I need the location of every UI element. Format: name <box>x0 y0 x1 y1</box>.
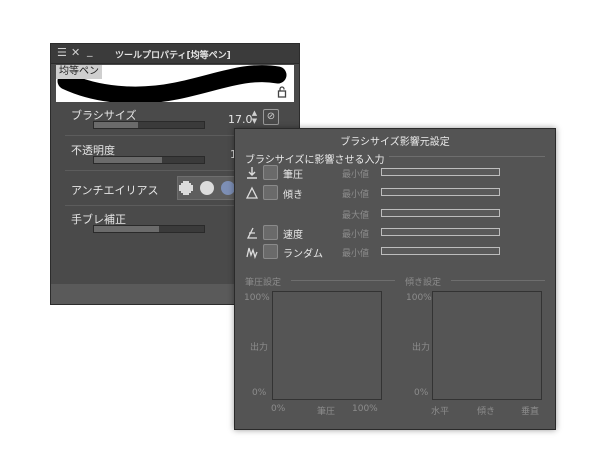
stabilization-slider[interactable] <box>93 225 205 233</box>
section-divider <box>389 156 545 157</box>
dialog-title: ブラシサイズ影響元設定 <box>340 137 450 148</box>
preview-tool-name: 均等ペン <box>56 65 102 79</box>
opacity-slider[interactable] <box>93 156 205 164</box>
tilt-icon <box>245 186 259 199</box>
brush-size-stepper[interactable]: ▲ ▼ <box>250 109 259 127</box>
tilt-label: 傾き <box>283 190 303 201</box>
pressure-x-mid: 筆圧 <box>317 407 336 417</box>
antialias-selector[interactable] <box>177 176 235 200</box>
pen-pressure-icon <box>247 167 257 179</box>
antialias-label: アンチエイリアス <box>71 184 159 197</box>
tilt-min-label: 最小値 <box>342 190 370 200</box>
pressure-y-top: 100% <box>244 293 270 303</box>
random-checkbox[interactable] <box>263 244 278 259</box>
opacity-slider-fill <box>94 157 163 163</box>
antialias-strong-icon[interactable] <box>221 181 235 195</box>
pressure-y-mid: 出力 <box>250 343 269 353</box>
tilt-y-mid: 出力 <box>412 343 431 353</box>
pressure-graph-divider <box>291 280 395 281</box>
pen-pressure-min-label: 最小値 <box>342 170 370 180</box>
input-row-tilt: 傾き 最小値 <box>235 184 555 202</box>
antialias-weak-icon[interactable] <box>200 181 214 195</box>
input-row-speed: 速度 最小値 <box>235 224 555 242</box>
lock-icon[interactable] <box>277 86 289 98</box>
tool-panel-titlebar[interactable]: ☰ ✕ _ ツールプロパティ[均等ペン] <box>51 44 299 64</box>
minimize-icon[interactable]: _ <box>87 44 93 57</box>
antialias-none-icon[interactable] <box>179 181 193 195</box>
chevron-down-icon[interactable]: ▼ <box>250 117 259 125</box>
tilt-max-label: 最大値 <box>342 211 370 221</box>
tilt-y-bottom: 0% <box>414 388 429 398</box>
brush-size-influence-dialog: ブラシサイズ影響元設定 ブラシサイズに影響させる入力 筆圧 最小値 傾き 最小値… <box>234 128 556 430</box>
pressure-x-left: 0% <box>271 404 286 414</box>
speed-icon <box>246 227 257 239</box>
tilt-max-slider[interactable] <box>381 209 500 217</box>
pen-pressure-min-slider[interactable] <box>381 168 500 176</box>
brush-size-slider[interactable] <box>93 121 205 129</box>
brush-size-value[interactable]: 17.0 <box>228 113 253 126</box>
tilt-graph-divider <box>451 280 545 281</box>
speed-min-slider[interactable] <box>381 228 500 236</box>
brush-stroke-preview: 均等ペン <box>56 65 294 102</box>
tilt-x-right: 垂直 <box>521 407 540 417</box>
brush-size-slider-fill <box>94 122 138 128</box>
random-label: ランダム <box>283 249 323 260</box>
tilt-min-slider[interactable] <box>381 188 500 196</box>
menu-icon[interactable]: ☰ <box>57 46 67 59</box>
stabilization-slider-fill <box>94 226 159 232</box>
speed-checkbox[interactable] <box>263 225 278 240</box>
input-row-tilt-max: 最大値 <box>235 205 555 223</box>
tilt-x-left: 水平 <box>431 407 450 417</box>
brush-size-influence-button[interactable]: ⊘ <box>263 109 279 125</box>
speed-label: 速度 <box>283 230 303 241</box>
input-row-random: ランダム 最小値 <box>235 243 555 261</box>
tilt-y-top: 100% <box>406 293 432 303</box>
tilt-curve-graph[interactable] <box>432 291 542 400</box>
pen-pressure-checkbox[interactable] <box>263 165 278 180</box>
close-icon[interactable]: ✕ <box>71 46 80 59</box>
input-row-pen-pressure: 筆圧 最小値 <box>235 164 555 182</box>
speed-min-label: 最小値 <box>342 230 370 240</box>
tool-panel-title: ツールプロパティ[均等ペン] <box>115 51 231 61</box>
influence-settings-icon: ⊘ <box>266 111 276 122</box>
pen-pressure-label: 筆圧 <box>283 170 303 181</box>
random-icon <box>246 247 258 259</box>
pressure-y-bottom: 0% <box>252 388 267 398</box>
tilt-checkbox[interactable] <box>263 185 278 200</box>
pressure-x-right: 100% <box>352 404 378 414</box>
tilt-graph-heading: 傾き設定 <box>405 278 442 288</box>
random-min-slider[interactable] <box>381 247 500 255</box>
random-min-label: 最小値 <box>342 249 370 259</box>
chevron-up-icon[interactable]: ▲ <box>250 109 259 117</box>
pressure-curve-graph[interactable] <box>272 291 382 400</box>
pressure-graph-heading: 筆圧設定 <box>245 278 282 288</box>
tilt-x-mid: 傾き <box>477 407 496 417</box>
